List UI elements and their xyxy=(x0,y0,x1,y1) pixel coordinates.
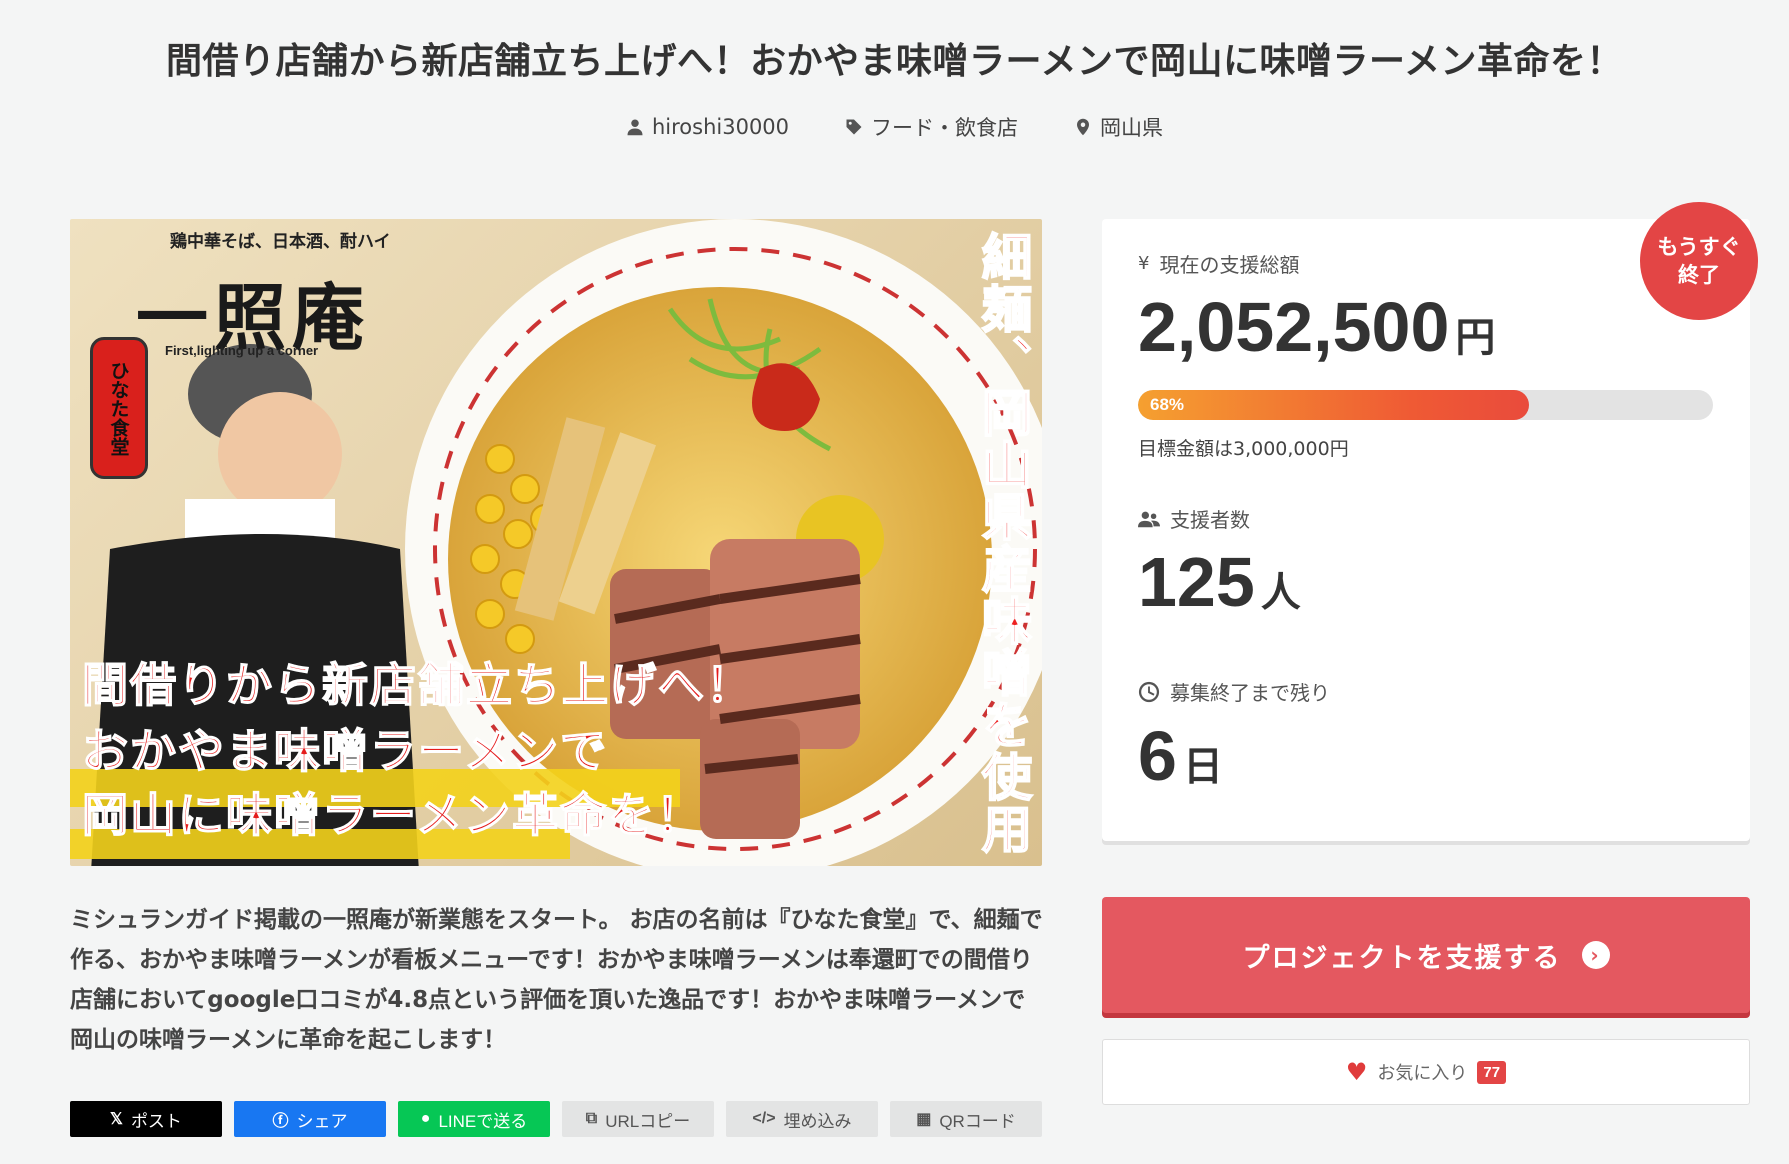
users-icon xyxy=(1138,511,1160,527)
share-facebook-label: シェア xyxy=(296,1111,348,1131)
project-hero-image: 鶏中華そば、日本酒、酎ハイ 一照庵 First,lighting up a co… xyxy=(70,219,1042,866)
funding-progress-fill: 68% xyxy=(1138,390,1529,420)
hero-headline-2: おかやま味噌ラーメンで xyxy=(81,723,609,779)
supporters-label-text: 支援者数 xyxy=(1170,508,1250,532)
author-link[interactable]: hiroshi30000 xyxy=(626,112,789,142)
lantern-sign: ひなた食堂 xyxy=(90,337,148,479)
share-x-button[interactable]: 𝕏 ポスト xyxy=(70,1101,222,1137)
hero-vertical-text: 細麺、岡山県産味噌を使用 xyxy=(973,230,1034,856)
hero-brand-subtitle: First,lighting up a corner xyxy=(165,343,319,358)
share-x-label: ポスト xyxy=(130,1111,182,1131)
hero-brand-tagline: 鶏中華そば、日本酒、酎ハイ xyxy=(170,232,391,252)
category-link[interactable]: フード・飲食店 xyxy=(845,112,1018,142)
badge-line-2: 終了 xyxy=(1678,263,1720,287)
project-meta: hiroshi30000 フード・飲食店 岡山県 xyxy=(0,112,1789,142)
location-link[interactable]: 岡山県 xyxy=(1074,112,1163,142)
url-copy-button[interactable]: ⧉ URLコピー xyxy=(562,1101,714,1137)
funding-progress-bar: 68% xyxy=(1138,390,1713,420)
qr-code-icon: ▦ xyxy=(916,1111,932,1128)
chevron-right-icon: › xyxy=(1581,941,1610,969)
total-amount-label-text: 現在の支援総額 xyxy=(1159,253,1300,277)
total-amount-value: 2,052,500 xyxy=(1138,288,1450,366)
remaining-days: 6 日 xyxy=(1138,716,1223,796)
share-facebook-button[interactable]: ⓕ シェア xyxy=(234,1101,386,1137)
supporters-count-unit: 人 xyxy=(1260,570,1301,616)
favorite-label: お気に入り xyxy=(1377,1063,1468,1084)
copy-icon: ⧉ xyxy=(585,1110,598,1127)
facebook-icon: ⓕ xyxy=(272,1113,289,1130)
funding-stats-panel: ¥ 現在の支援総額 2,052,500 円 68% 目標金額は3,000,000… xyxy=(1102,219,1750,841)
url-copy-label: URLコピー xyxy=(605,1111,691,1131)
supporters-count: 125 人 xyxy=(1138,542,1301,622)
remaining-days-value: 6 xyxy=(1138,717,1177,795)
yen-icon: ¥ xyxy=(1138,253,1150,274)
page-title: 間借り店舗から新店舗立ち上げへ！おかやま味噌ラーメンで岡山に味噌ラーメン革命を！ xyxy=(165,41,1624,82)
remaining-label-text: 募集終了まで残り xyxy=(1170,681,1330,705)
clock-icon xyxy=(1138,681,1160,702)
remaining-days-unit: 日 xyxy=(1182,744,1223,790)
goal-amount: 目標金額は3,000,000円 xyxy=(1138,438,1349,460)
total-amount-label: ¥ 現在の支援総額 xyxy=(1138,249,1299,278)
share-line-button[interactable]: ● LINEで送る xyxy=(398,1101,550,1137)
share-line-label: LINEで送る xyxy=(438,1111,528,1131)
project-description: ミシュランガイド掲載の一照庵が新業態をスタート。 お店の名前は『ひなた食堂』で、… xyxy=(70,907,1043,1053)
code-icon: </> xyxy=(752,1110,776,1127)
ending-soon-badge: もうすぐ 終了 xyxy=(1640,202,1758,320)
x-logo-icon: 𝕏 xyxy=(110,1111,123,1128)
total-amount-unit: 円 xyxy=(1455,315,1496,361)
progress-percent: 68% xyxy=(1150,395,1185,414)
embed-label: 埋め込み xyxy=(783,1111,852,1131)
supporters-label: 支援者数 xyxy=(1138,504,1250,533)
author-name: hiroshi30000 xyxy=(651,115,790,139)
location-name: 岡山県 xyxy=(1100,116,1164,140)
qr-code-button[interactable]: ▦ QRコード xyxy=(890,1101,1042,1137)
badge-line-1: もうすぐ xyxy=(1657,235,1741,259)
supporters-count-value: 125 xyxy=(1138,543,1255,621)
user-icon xyxy=(627,119,643,136)
category-name: フード・飲食店 xyxy=(871,116,1019,140)
line-icon: ● xyxy=(420,1110,431,1127)
support-project-button[interactable]: プロジェクトを支援する › xyxy=(1102,897,1750,1013)
hero-headline-3: 岡山に味噌ラーメン革命を！ xyxy=(81,787,705,843)
map-pin-icon xyxy=(1077,118,1090,136)
total-amount: 2,052,500 円 xyxy=(1138,287,1495,367)
qr-code-label: QRコード xyxy=(939,1111,1016,1131)
remaining-label: 募集終了まで残り xyxy=(1138,677,1330,706)
tag-icon xyxy=(846,119,862,135)
share-buttons: 𝕏 ポスト ⓕ シェア ● LINEで送る ⧉ URLコピー </> 埋め込み … xyxy=(70,1101,1042,1137)
favorite-count-badge: 77 xyxy=(1477,1060,1507,1084)
hero-headline-1: 間借りから新店舗立ち上げへ！ xyxy=(81,657,754,713)
heart-icon: ♥ xyxy=(1345,1058,1368,1086)
embed-button[interactable]: </> 埋め込み xyxy=(726,1101,878,1137)
support-project-label: プロジェクトを支援する xyxy=(1242,942,1562,974)
favorite-button[interactable]: ♥ お気に入り 77 xyxy=(1102,1039,1750,1105)
